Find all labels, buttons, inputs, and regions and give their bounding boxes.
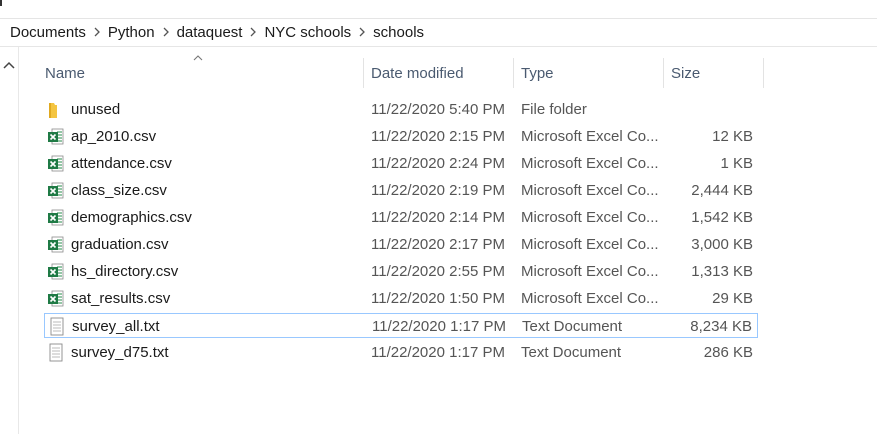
file-date-modified: 11/22/2020 1:17 PM <box>372 318 506 335</box>
column-header-size[interactable]: Size <box>671 54 761 92</box>
file-name: survey_all.txt <box>72 318 160 335</box>
file-size: 1 KB <box>720 155 753 172</box>
file-type: File folder <box>521 101 587 118</box>
file-date-modified: 11/22/2020 2:17 PM <box>371 236 505 253</box>
excel-csv-icon <box>47 154 65 173</box>
text-document-icon <box>47 343 65 362</box>
file-date-modified: 11/22/2020 5:40 PM <box>371 101 505 118</box>
file-row[interactable]: ap_2010.csv 11/22/2020 2:15 PM Microsoft E… <box>44 124 758 149</box>
breadcrumb: Documents Python dataquest NYC schools s… <box>0 18 877 47</box>
breadcrumb-item-nyc-schools[interactable]: NYC schools <box>262 24 353 41</box>
column-header-name[interactable]: Name <box>45 54 363 92</box>
breadcrumb-item-dataquest[interactable]: dataquest <box>175 24 245 41</box>
file-type: Microsoft Excel Co... <box>521 209 659 226</box>
file-size: 1,313 KB <box>691 263 753 280</box>
file-name: ap_2010.csv <box>71 128 157 145</box>
excel-csv-icon <box>47 289 65 308</box>
file-size: 3,000 KB <box>691 236 753 253</box>
file-row[interactable]: unused 11/22/2020 5:40 PM File folder <box>44 97 758 122</box>
file-type: Microsoft Excel Co... <box>521 182 659 199</box>
file-row[interactable]: survey_all.txt 11/22/2020 1:17 PM Text Doc… <box>44 313 758 338</box>
file-size: 29 KB <box>712 290 753 307</box>
file-date-modified: 11/22/2020 1:17 PM <box>371 344 505 361</box>
file-type: Microsoft Excel Co... <box>521 263 659 280</box>
file-date-modified: 11/22/2020 2:55 PM <box>371 263 505 280</box>
excel-csv-icon <box>47 181 65 200</box>
file-size: 1,542 KB <box>691 209 753 226</box>
file-row[interactable]: class_size.csv 11/22/2020 2:19 PM Microsof… <box>44 178 758 203</box>
file-date-modified: 11/22/2020 2:24 PM <box>371 155 505 172</box>
file-date-modified: 11/22/2020 2:19 PM <box>371 182 505 199</box>
file-date-modified: 11/22/2020 2:15 PM <box>371 128 505 145</box>
file-row[interactable]: attendance.csv 11/22/2020 2:24 PM Microsof… <box>44 151 758 176</box>
file-row[interactable]: survey_d75.txt 11/22/2020 1:17 PM Text Doc… <box>44 340 758 365</box>
excel-csv-icon <box>47 127 65 146</box>
chevron-right-icon[interactable] <box>244 18 262 46</box>
chevron-right-icon[interactable] <box>157 18 175 46</box>
column-header-type[interactable]: Type <box>521 54 663 92</box>
file-date-modified: 11/22/2020 2:14 PM <box>371 209 505 226</box>
file-type: Microsoft Excel Co... <box>521 128 659 145</box>
column-header-row: Name Date modified Type Size <box>19 54 877 92</box>
chevron-right-icon[interactable] <box>353 18 371 46</box>
chevron-right-icon[interactable] <box>88 18 106 46</box>
column-divider[interactable] <box>363 58 364 88</box>
column-divider[interactable] <box>763 58 764 88</box>
file-name: hs_directory.csv <box>71 263 179 280</box>
column-header-date-modified[interactable]: Date modified <box>371 54 513 92</box>
file-row[interactable]: sat_results.csv 11/22/2020 1:50 PM Microso… <box>44 286 758 311</box>
column-divider[interactable] <box>513 58 514 88</box>
file-type: Text Document <box>522 318 623 335</box>
file-name: unused <box>71 101 121 118</box>
file-name: sat_results.csv <box>71 290 171 307</box>
excel-csv-icon <box>47 208 65 227</box>
file-type: Microsoft Excel Co... <box>521 155 659 172</box>
file-size: 8,234 KB <box>690 318 752 335</box>
file-type: Text Document <box>521 344 622 361</box>
column-divider[interactable] <box>663 58 664 88</box>
text-document-icon <box>48 317 66 336</box>
navigation-pane <box>0 47 19 434</box>
window-top-strip <box>0 0 877 19</box>
file-size: 2,444 KB <box>691 182 753 199</box>
file-name: graduation.csv <box>71 236 169 253</box>
file-name: attendance.csv <box>71 155 172 172</box>
breadcrumb-item-documents[interactable]: Documents <box>8 24 88 41</box>
breadcrumb-item-schools[interactable]: schools <box>371 24 426 41</box>
file-row[interactable]: hs_directory.csv 11/22/2020 2:55 PM Micros… <box>44 259 758 284</box>
file-name: class_size.csv <box>71 182 167 199</box>
file-name: demographics.csv <box>71 209 192 226</box>
file-size: 12 KB <box>712 128 753 145</box>
file-row[interactable]: graduation.csv 11/22/2020 2:17 PM Microsof… <box>44 232 758 257</box>
file-row[interactable]: demographics.csv 11/22/2020 2:14 PM Micros… <box>44 205 758 230</box>
text-caret <box>0 0 2 6</box>
folder-icon <box>47 100 65 119</box>
excel-csv-icon <box>47 262 65 281</box>
file-name: survey_d75.txt <box>71 344 169 361</box>
file-type: Microsoft Excel Co... <box>521 236 659 253</box>
file-type: Microsoft Excel Co... <box>521 290 659 307</box>
file-size: 286 KB <box>703 344 753 361</box>
file-date-modified: 11/22/2020 1:50 PM <box>371 290 505 307</box>
chevron-up-icon[interactable] <box>3 61 15 69</box>
breadcrumb-item-python[interactable]: Python <box>106 24 157 41</box>
excel-csv-icon <box>47 235 65 254</box>
